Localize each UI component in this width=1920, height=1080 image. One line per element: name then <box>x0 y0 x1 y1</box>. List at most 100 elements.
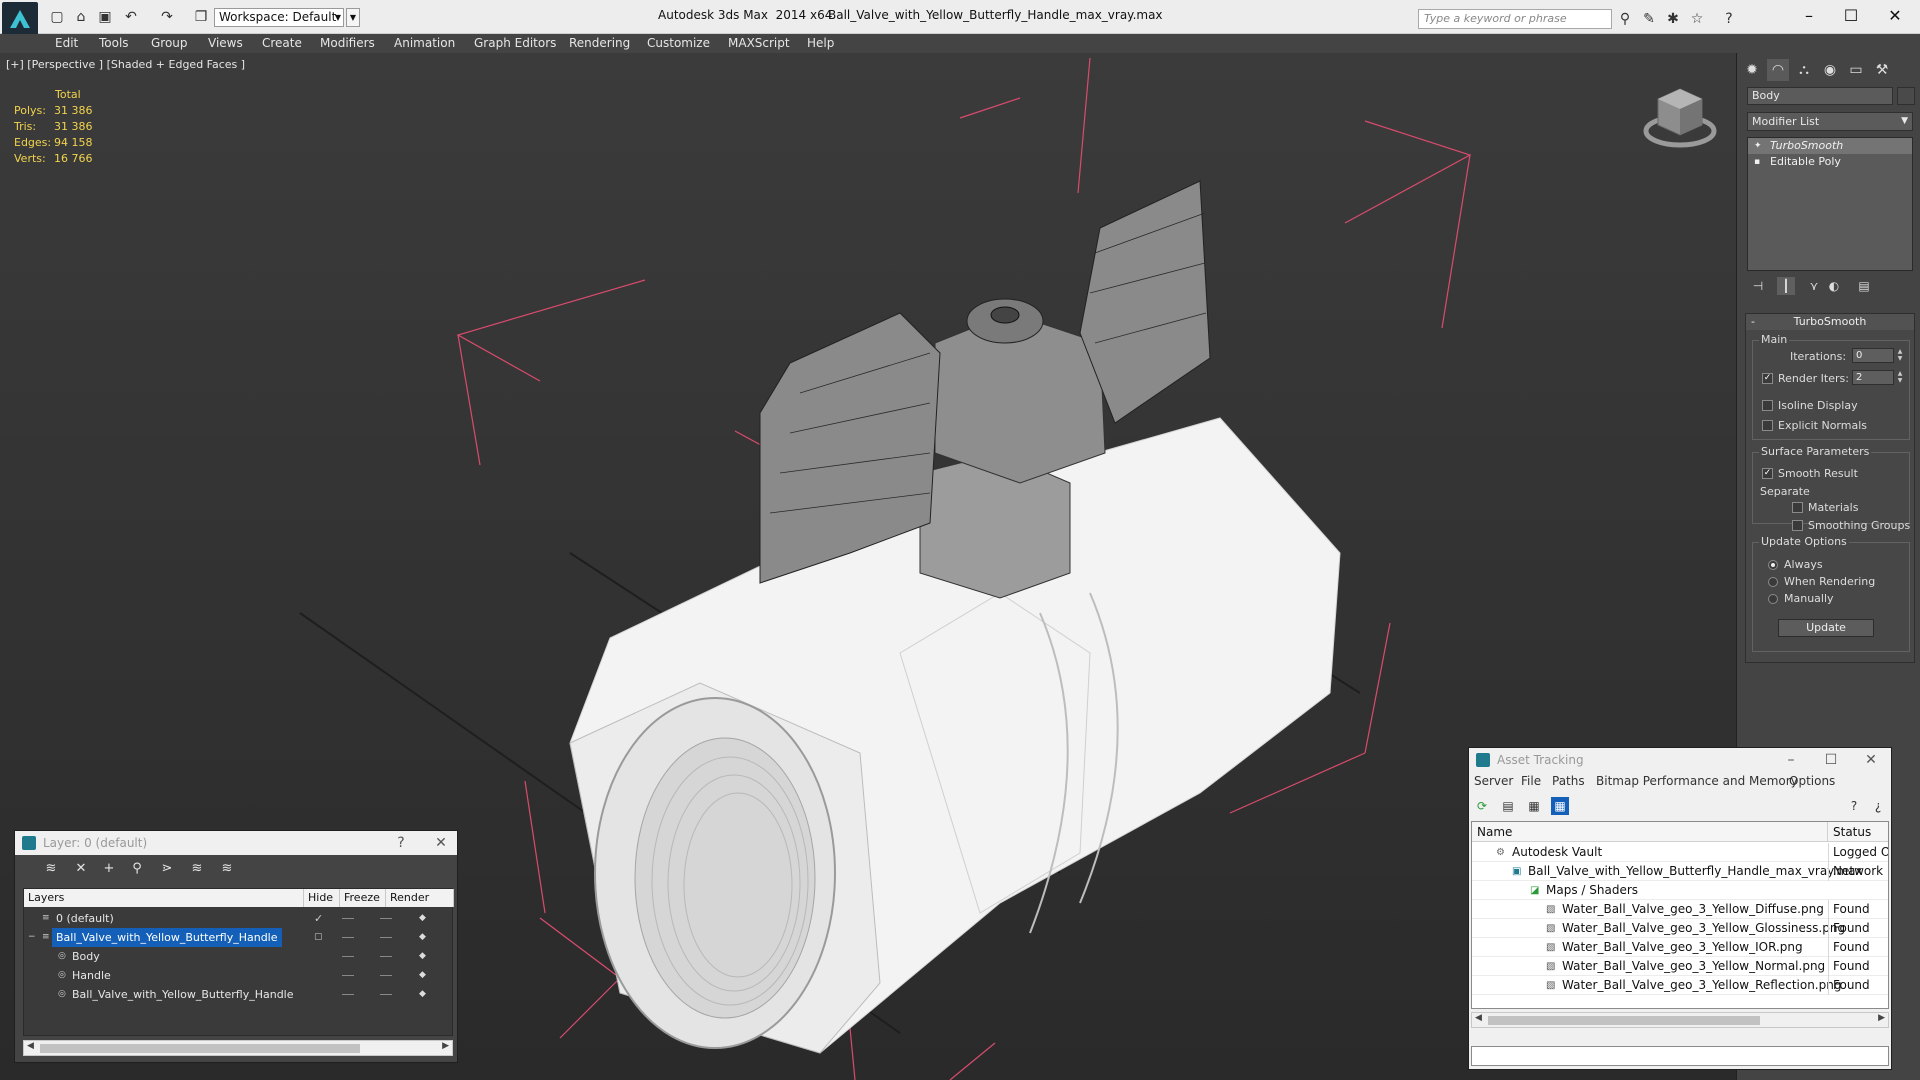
maximize-icon[interactable]: ☐ <box>1815 748 1847 772</box>
freeze-unfreeze-icon[interactable]: ≋ <box>217 859 237 879</box>
teapot-render-icon[interactable]: ◆ <box>419 913 429 923</box>
freeze-toggle[interactable] <box>380 937 392 938</box>
explicit-normals-checkbox[interactable] <box>1762 420 1773 431</box>
hide-toggle[interactable] <box>342 994 354 995</box>
configure-modifier-sets-icon[interactable]: ▤ <box>1855 277 1873 295</box>
column-layers[interactable]: Layers <box>24 889 304 907</box>
menu-graph-editors[interactable]: Graph Editors <box>474 34 556 53</box>
lightbulb-icon[interactable]: ✦ <box>1754 138 1762 154</box>
layer-row[interactable]: ≡ 0 (default) ✓ ◆ <box>24 909 454 928</box>
render-iters-checkbox[interactable]: ✓ <box>1762 373 1773 384</box>
menu-customize[interactable]: Customize <box>647 34 710 53</box>
menu-create[interactable]: Create <box>262 34 302 53</box>
asset-row[interactable]: ▧ Water_Ball_Valve_geo_3_Yellow_Diffuse.… <box>1472 900 1888 919</box>
workspace-dropdown[interactable]: Workspace: Default ▼ <box>214 8 344 27</box>
always-radio[interactable] <box>1768 560 1778 570</box>
viewcube-icon[interactable] <box>1640 81 1720 151</box>
search-input[interactable]: Type a keyword or phrase <box>1418 9 1612 29</box>
menu-tools[interactable]: Tools <box>99 34 129 53</box>
current-layer-box-icon[interactable]: ▢ <box>314 928 323 947</box>
new-file-icon[interactable]: ▢ <box>48 8 66 26</box>
subscription-icon[interactable]: ✱ <box>1664 10 1682 28</box>
teapot-render-icon[interactable]: ◆ <box>419 932 429 942</box>
object-name-field[interactable]: Body <box>1747 87 1893 105</box>
rollout-header[interactable]: - TurboSmooth <box>1746 314 1914 330</box>
menu-bitmap-performance[interactable]: Bitmap Performance and Memory <box>1596 774 1798 788</box>
delete-layer-icon[interactable]: ✕ <box>71 859 91 879</box>
help-icon[interactable]: ? <box>1845 797 1863 815</box>
help-icon[interactable]: ? <box>1720 10 1738 28</box>
workspace-menu-button[interactable]: ▼ <box>346 8 360 27</box>
stack-item-turbosmooth[interactable]: ✦ TurboSmooth <box>1748 138 1912 154</box>
help-icon[interactable]: ? <box>385 831 417 855</box>
menu-file[interactable]: File <box>1521 774 1541 788</box>
close-icon[interactable]: ✕ <box>425 831 457 855</box>
menu-edit[interactable]: Edit <box>55 34 78 53</box>
scroll-left-icon[interactable]: ◀ <box>1475 1013 1482 1023</box>
hide-toggle[interactable] <box>342 937 354 938</box>
close-button[interactable]: ✕ <box>1872 4 1918 28</box>
star-icon[interactable]: ☆ <box>1688 10 1706 28</box>
object-color-swatch[interactable] <box>1897 87 1915 105</box>
create-layer-icon[interactable]: ≋ <box>41 859 61 879</box>
save-file-icon[interactable]: ▣ <box>96 8 114 26</box>
table-view-icon[interactable]: ▦ <box>1551 797 1569 815</box>
column-hide[interactable]: Hide <box>304 889 340 907</box>
asset-row[interactable]: ▧ Water_Ball_Valve_geo_3_Yellow_Glossine… <box>1472 919 1888 938</box>
stack-item-editable-poly[interactable]: ▪ Editable Poly <box>1748 154 1912 170</box>
menu-server[interactable]: Server <box>1474 774 1513 788</box>
redo-icon[interactable]: ↷ <box>158 8 176 26</box>
menu-animation[interactable]: Animation <box>394 34 455 53</box>
hide-toggle[interactable] <box>342 918 354 919</box>
binoculars-icon[interactable]: ⚲ <box>1616 10 1634 28</box>
smoothing-groups-checkbox[interactable] <box>1792 520 1803 531</box>
asset-horizontal-scrollbar[interactable]: ◀ ▶ <box>1471 1012 1889 1028</box>
maximize-button[interactable]: ☐ <box>1828 4 1874 28</box>
layer-row[interactable]: − ≡ Ball_Valve_with_Yellow_Butterfly_Han… <box>24 928 454 947</box>
column-name[interactable]: Name <box>1472 822 1828 842</box>
layer-window-titlebar[interactable]: Layer: 0 (default) ? ✕ <box>15 831 457 855</box>
layer-horizontal-scrollbar[interactable]: ◀ ▶ <box>23 1040 453 1056</box>
menu-maxscript[interactable]: MAXScript <box>728 34 790 53</box>
highlight-layer-icon[interactable]: ⋗ <box>157 859 177 879</box>
scroll-right-icon[interactable]: ▶ <box>442 1041 449 1051</box>
freeze-toggle[interactable] <box>380 994 392 995</box>
menu-modifiers[interactable]: Modifiers <box>320 34 375 53</box>
spinner-arrows-icon[interactable]: ▲ ▼ <box>1896 348 1904 363</box>
scrollbar-thumb[interactable] <box>40 1044 360 1053</box>
freeze-toggle[interactable] <box>380 956 392 957</box>
render-iters-spinner[interactable]: 2 <box>1852 370 1894 385</box>
iterations-spinner[interactable]: 0 <box>1852 348 1894 363</box>
scroll-right-icon[interactable]: ▶ <box>1878 1013 1885 1023</box>
asset-row[interactable]: ◪ Maps / Shaders <box>1472 881 1888 900</box>
asset-row[interactable]: ▧ Water_Ball_Valve_geo_3_Yellow_Normal.p… <box>1472 957 1888 976</box>
hide-toggle[interactable] <box>342 975 354 976</box>
create-tab-icon[interactable]: ✹ <box>1741 59 1763 81</box>
scrollbar-thumb[interactable] <box>1488 1016 1760 1025</box>
make-unique-icon[interactable]: ⋎ <box>1805 277 1823 295</box>
key-icon[interactable]: ✎ <box>1640 10 1658 28</box>
modifier-list-dropdown[interactable]: Modifier List ▼ <box>1747 112 1913 131</box>
menu-views[interactable]: Views <box>208 34 243 53</box>
hide-toggle[interactable] <box>342 956 354 957</box>
asset-row[interactable]: ▧ Water_Ball_Valve_geo_3_Yellow_Reflecti… <box>1472 976 1888 995</box>
app-logo-icon[interactable] <box>2 2 38 38</box>
asset-window-titlebar[interactable]: Asset Tracking – ☐ ✕ <box>1469 748 1891 772</box>
refresh-icon[interactable]: ⟳ <box>1473 797 1491 815</box>
open-file-icon[interactable]: ⌂ <box>72 8 90 26</box>
materials-checkbox[interactable] <box>1792 502 1803 513</box>
column-status[interactable]: Status <box>1828 822 1888 842</box>
viewport-label[interactable]: [+] [Perspective ] [Shaded + Edged Faces… <box>6 58 245 71</box>
when-rendering-radio[interactable] <box>1768 577 1778 587</box>
minimize-icon[interactable]: – <box>1775 748 1807 772</box>
tree-view-icon[interactable]: ▦ <box>1525 797 1543 815</box>
menu-group[interactable]: Group <box>151 34 188 53</box>
menu-help[interactable]: Help <box>807 34 834 53</box>
layer-row[interactable]: ◎ Handle ◆ <box>24 966 454 985</box>
utilities-tab-icon[interactable]: ⚒ <box>1871 59 1893 81</box>
asset-row[interactable]: ▧ Water_Ball_Valve_geo_3_Yellow_IOR.png … <box>1472 938 1888 957</box>
help-tooltip-icon[interactable]: ¿ <box>1869 797 1887 815</box>
motion-tab-icon[interactable]: ◉ <box>1819 59 1841 81</box>
show-end-result-icon[interactable]: ┃ <box>1777 277 1795 295</box>
asset-row[interactable]: ▣ Ball_Valve_with_Yellow_Butterfly_Handl… <box>1472 862 1888 881</box>
